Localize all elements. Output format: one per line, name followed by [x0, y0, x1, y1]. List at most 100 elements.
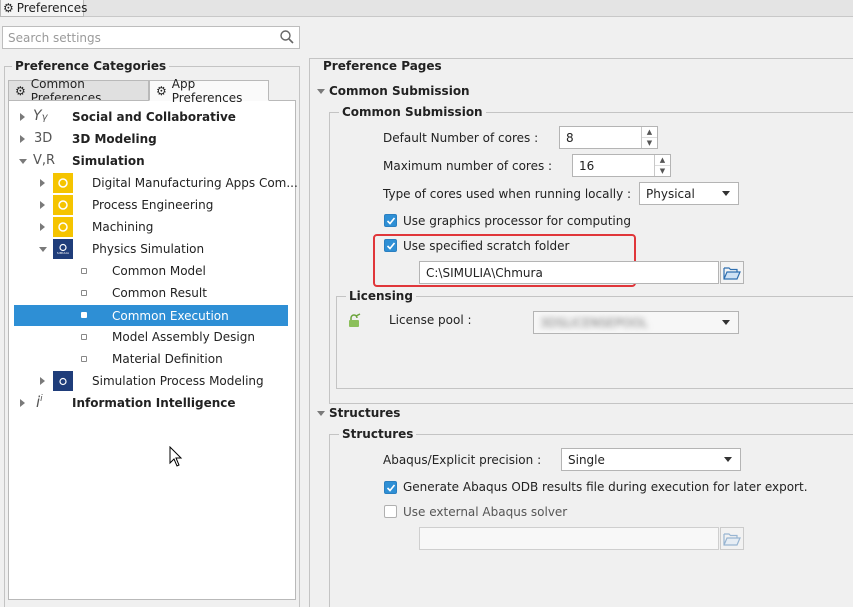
simulation-vr-icon: V,R: [33, 153, 56, 168]
folder-open-icon: [723, 532, 741, 546]
max-cores-spinbox[interactable]: 16 ▲ ▼: [572, 154, 671, 177]
expand-arrow-icon[interactable]: [40, 179, 45, 187]
tree-item-physics-simulation[interactable]: SIMULIA Physics Simulation: [9, 239, 295, 259]
precision-select[interactable]: Single: [561, 448, 741, 471]
common-submission-group-title: Common Submission: [339, 105, 486, 119]
section-title: Structures: [329, 406, 401, 420]
tree-label: Common Model: [112, 264, 206, 278]
tree-label: Simulation: [72, 154, 145, 168]
tree-item-common-model[interactable]: Common Model: [9, 261, 295, 281]
tree-item-common-execution[interactable]: Common Execution: [14, 305, 288, 326]
app-yellow-icon: [53, 195, 73, 215]
tree-label: Information Intelligence: [72, 396, 236, 410]
simulia-icon-text: SIMULIA: [56, 251, 70, 255]
search-icon[interactable]: [279, 29, 295, 48]
tree-label: Model Assembly Design: [112, 330, 255, 344]
dropdown-arrow-icon: [722, 191, 730, 196]
tree-label: Process Engineering: [92, 198, 214, 212]
external-solver-path-input[interactable]: [419, 527, 719, 550]
precision-label: Abaqus/Explicit precision :: [383, 453, 542, 467]
tab-common-preferences[interactable]: ⚙ Common Preferences: [8, 77, 149, 105]
spin-up-icon[interactable]: ▲: [642, 127, 657, 138]
scratch-folder-value: C:\SIMULIA\Chmura: [426, 265, 543, 280]
spin-down-icon[interactable]: ▼: [642, 138, 657, 148]
generate-odb-label: Generate Abaqus ODB results file during …: [403, 480, 808, 494]
leaf-bullet-icon: [81, 334, 87, 340]
3d-modeling-icon: 3D: [34, 131, 53, 146]
tree-item-3d-modeling[interactable]: 3D 3D Modeling: [9, 129, 295, 149]
tree-label: Material Definition: [112, 352, 223, 366]
tree-item-simulation-process-modeling[interactable]: Simulation Process Modeling: [9, 371, 295, 391]
collapse-arrow-icon: [317, 88, 325, 94]
default-cores-label: Default Number of cores :: [383, 131, 539, 145]
tree-item-digital-manufacturing[interactable]: Digital Manufacturing Apps Com...: [9, 173, 298, 193]
preference-categories-title: Preference Categories: [12, 59, 170, 73]
license-pool-select[interactable]: 3DSLICENSEPOOL: [533, 311, 739, 334]
tree-item-model-assembly-design[interactable]: Model Assembly Design: [9, 327, 295, 347]
app-yellow-icon: [53, 173, 73, 193]
dropdown-arrow-icon: [724, 457, 732, 462]
social-collaborative-icon: Yγ: [33, 108, 48, 124]
section-title: Common Submission: [329, 84, 470, 98]
window-title: Preferences: [16, 1, 88, 15]
tree-label: Common Execution: [112, 308, 229, 323]
app-blue-icon: SIMULIA: [53, 239, 73, 259]
search-box[interactable]: [2, 26, 300, 49]
scratch-folder-input[interactable]: C:\SIMULIA\Chmura: [419, 261, 719, 284]
default-cores-spinbox[interactable]: 8 ▲ ▼: [559, 126, 658, 149]
use-scratch-label: Use specified scratch folder: [403, 239, 570, 253]
preference-pages-title: Preference Pages: [320, 59, 445, 73]
common-submission-section-header[interactable]: Common Submission: [317, 84, 470, 98]
expand-arrow-icon[interactable]: [40, 223, 45, 231]
expand-arrow-icon[interactable]: [20, 135, 25, 143]
tree-item-simulation[interactable]: V,R Simulation: [9, 151, 295, 171]
precision-value: Single: [568, 452, 605, 467]
information-intelligence-icon: ii: [36, 393, 43, 411]
window-tab-strip: [0, 0, 853, 17]
core-type-select[interactable]: Physical: [639, 182, 739, 205]
expand-arrow-icon[interactable]: [20, 113, 25, 121]
use-gpu-checkbox[interactable]: [384, 214, 397, 227]
spin-down-icon[interactable]: ▼: [655, 166, 670, 176]
generate-odb-checkbox[interactable]: [384, 481, 397, 494]
license-pool-label: License pool :: [389, 313, 472, 327]
search-input[interactable]: [3, 27, 273, 48]
structures-section-header[interactable]: Structures: [317, 406, 400, 420]
tree-item-material-definition[interactable]: Material Definition: [9, 349, 295, 369]
tree-item-information-intelligence[interactable]: ii Information Intelligence: [9, 393, 295, 413]
collapse-arrow-icon[interactable]: [39, 247, 47, 252]
gear-icon: ⚙: [3, 1, 14, 15]
tree-item-common-result[interactable]: Common Result: [9, 283, 295, 303]
mouse-cursor-icon: [169, 446, 183, 467]
gear-icon: ⚙: [156, 83, 167, 98]
tab-app-preferences[interactable]: ⚙ App Preferences: [149, 77, 269, 105]
use-scratch-checkbox[interactable]: [384, 239, 397, 252]
gear-icon: ⚙: [15, 83, 26, 98]
spin-up-icon[interactable]: ▲: [655, 155, 670, 166]
tree-item-social-collaborative[interactable]: Yγ Social and Collaborative: [9, 107, 295, 127]
max-cores-label: Maximum number of cores :: [383, 159, 553, 173]
browse-solver-button[interactable]: [720, 527, 744, 550]
collapse-arrow-icon[interactable]: [19, 159, 27, 164]
leaf-bullet-icon: [81, 268, 87, 274]
tree-item-machining[interactable]: Machining: [9, 217, 295, 237]
tree-label: Social and Collaborative: [72, 110, 236, 124]
core-type-value: Physical: [646, 186, 695, 201]
leaf-bullet-icon: [81, 356, 87, 362]
collapse-arrow-icon: [317, 410, 325, 416]
expand-arrow-icon[interactable]: [40, 377, 45, 385]
license-pool-value: 3DSLICENSEPOOL: [540, 315, 648, 330]
tree-label: Common Result: [112, 286, 207, 300]
expand-arrow-icon[interactable]: [20, 399, 25, 407]
license-icon: [347, 313, 363, 332]
tree-item-process-engineering[interactable]: Process Engineering: [9, 195, 295, 215]
use-gpu-label: Use graphics processor for computing: [403, 214, 631, 228]
external-solver-label: Use external Abaqus solver: [403, 505, 568, 519]
expand-arrow-icon[interactable]: [40, 201, 45, 209]
core-type-label: Type of cores used when running locally …: [383, 187, 632, 201]
preferences-window-tab[interactable]: ⚙ Preferences: [0, 0, 87, 17]
external-solver-checkbox[interactable]: [384, 505, 397, 518]
licensing-group: [336, 296, 853, 389]
leaf-bullet-icon: [81, 290, 87, 296]
browse-folder-button[interactable]: [720, 261, 744, 284]
